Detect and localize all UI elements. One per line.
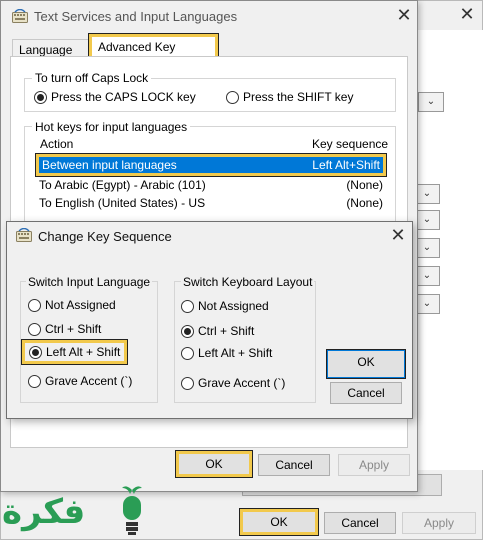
hot-key-sequence: Left Alt+Shift — [312, 158, 380, 172]
background-cancel-button[interactable]: Cancel — [324, 512, 396, 534]
keyboard-layout-option-grave-accent[interactable]: Grave Accent (`) — [181, 376, 285, 390]
radio-unchecked-icon — [181, 299, 194, 313]
radio-unchecked-icon — [226, 90, 239, 104]
option-label: Grave Accent (`) — [45, 374, 133, 388]
input-language-option-ctrl-shift[interactable]: Ctrl + Shift — [28, 322, 101, 336]
column-header-action: Action — [40, 137, 74, 151]
option-label: Ctrl + Shift — [198, 324, 255, 338]
text-services-close-button[interactable]: ✕ — [394, 6, 414, 24]
hot-key-row[interactable]: To Arabic (Egypt) - Arabic (101) (None) — [36, 176, 386, 194]
change-key-sequence-cancel-button[interactable]: Cancel — [330, 382, 402, 404]
hot-keys-group-label: Hot keys for input languages — [32, 120, 191, 134]
radio-unchecked-icon — [181, 346, 194, 360]
logo-lightbulb-icon — [122, 486, 142, 535]
option-label: Left Alt + Shift — [198, 346, 273, 360]
caps-lock-option-capslock[interactable]: Press the CAPS LOCK key — [34, 90, 196, 104]
hot-key-sequence: (None) — [346, 196, 383, 210]
watermark-logo: فكرة — [2, 492, 86, 532]
switch-input-language-label: Switch Input Language — [26, 275, 153, 289]
background-close-button[interactable]: ✕ — [455, 4, 479, 24]
change-key-sequence-close-button[interactable]: ✕ — [388, 226, 408, 244]
text-services-ok-button[interactable]: OK — [175, 450, 253, 478]
caps-lock-option-shift[interactable]: Press the SHIFT key — [226, 90, 353, 104]
text-services-title: Text Services and Input Languages — [34, 9, 238, 24]
input-language-option-left-alt-shift[interactable]: Left Alt + Shift — [20, 339, 129, 365]
radio-unchecked-icon — [28, 374, 41, 388]
hot-key-action: To English (United States) - US — [39, 196, 206, 210]
option-label: Grave Accent (`) — [198, 376, 286, 390]
radio-unchecked-icon — [181, 376, 194, 390]
background-dropdown-arrow[interactable]: ⌄ — [418, 92, 444, 112]
background-apply-button[interactable]: Apply — [402, 512, 476, 534]
background-ok-button[interactable]: OK — [239, 508, 319, 536]
keyboard-app-icon — [12, 9, 28, 23]
option-label: Left Alt + Shift — [46, 345, 121, 359]
keyboard-layout-option-ctrl-shift[interactable]: Ctrl + Shift — [181, 324, 254, 338]
radio-unchecked-icon — [28, 322, 41, 336]
radio-checked-icon — [181, 324, 194, 338]
option-label: Not Assigned — [198, 299, 269, 313]
hot-key-sequence: (None) — [346, 178, 383, 192]
hot-key-row[interactable]: Between input languages Left Alt+Shift — [35, 153, 387, 177]
input-language-option-grave-accent[interactable]: Grave Accent (`) — [28, 374, 132, 388]
keyboard-layout-option-left-alt-shift[interactable]: Left Alt + Shift — [181, 346, 272, 360]
hot-key-action: To Arabic (Egypt) - Arabic (101) — [39, 178, 206, 192]
column-header-key-sequence: Key sequence — [312, 137, 389, 151]
option-label: Ctrl + Shift — [45, 322, 102, 336]
hot-key-row[interactable]: To English (United States) - US (None) — [36, 194, 386, 212]
change-key-sequence-ok-button[interactable]: OK — [326, 349, 406, 379]
caps-lock-option-label: Press the CAPS LOCK key — [51, 90, 196, 104]
text-services-apply-button[interactable]: Apply — [338, 454, 410, 476]
text-services-cancel-button[interactable]: Cancel — [258, 454, 330, 476]
radio-checked-icon — [34, 90, 47, 104]
switch-keyboard-layout-label: Switch Keyboard Layout — [181, 275, 315, 289]
input-language-option-not-assigned[interactable]: Not Assigned — [28, 298, 116, 312]
radio-unchecked-icon — [28, 298, 41, 312]
keyboard-layout-option-not-assigned[interactable]: Not Assigned — [181, 299, 269, 313]
option-label: Not Assigned — [45, 298, 116, 312]
caps-lock-group-label: To turn off Caps Lock — [32, 71, 152, 85]
hot-keys-list: Between input languages Left Alt+Shift T… — [35, 153, 387, 212]
radio-checked-icon — [29, 345, 42, 359]
keyboard-app-icon — [16, 228, 32, 242]
change-key-sequence-title: Change Key Sequence — [38, 229, 172, 244]
caps-lock-option-label: Press the SHIFT key — [243, 90, 354, 104]
hot-key-action: Between input languages — [42, 158, 177, 172]
